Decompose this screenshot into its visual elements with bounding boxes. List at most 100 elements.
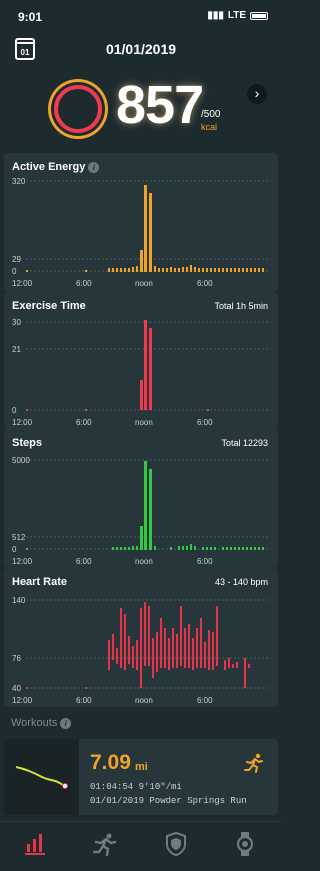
bar (136, 546, 138, 550)
tab-workouts-running-icon[interactable] (93, 832, 117, 856)
workout-distance-unit: mi (135, 761, 148, 773)
steps-bars (26, 461, 264, 550)
x-tick-label: 6:00 (76, 279, 92, 288)
bar (144, 320, 147, 410)
x-tick-label: 6:00 (197, 696, 213, 705)
bar (224, 660, 226, 670)
next-day-button[interactable]: › (247, 84, 267, 104)
status-right: ▮▮▮ LTE (207, 10, 268, 21)
bar (182, 546, 184, 550)
bar (160, 618, 162, 668)
bar (254, 547, 256, 550)
y-tick-label: 29 (12, 255, 21, 264)
bar (190, 265, 192, 272)
tab-device-watch-icon[interactable] (233, 832, 257, 856)
calorie-goal: /500 (201, 109, 221, 120)
bar (128, 636, 130, 664)
bar (246, 268, 248, 272)
bar (230, 547, 232, 550)
x-tick-label: noon (135, 418, 153, 427)
bar (178, 546, 180, 550)
y-tick-label: 0 (12, 406, 17, 415)
y-tick-label: 5000 (12, 456, 30, 465)
bar (226, 547, 228, 550)
heart-rate-card[interactable]: Heart Rate 43 - 140 bpm 140 76 40 12:00 … (4, 568, 278, 707)
y-tick-label: 320 (12, 177, 26, 186)
bar (172, 628, 174, 668)
y-tick-label: 140 (12, 596, 26, 605)
bar (214, 547, 216, 550)
bar (228, 658, 230, 668)
bar (232, 664, 234, 668)
bar (26, 687, 28, 689)
workout-item[interactable]: 7.09 mi 01:04:54 9'10"/mi 01/01/2019 Pow… (4, 739, 278, 815)
active-energy-chart: 320 29 0 12:00 6:00 noon 6:00 (12, 177, 268, 288)
bar (154, 266, 156, 272)
bar (222, 268, 224, 272)
bar (200, 618, 202, 668)
bar (140, 526, 143, 550)
bar (202, 268, 204, 272)
calorie-summary: 857 /500 kcal › (0, 75, 282, 146)
bar (238, 547, 240, 550)
bar (112, 634, 114, 660)
bar (248, 664, 250, 668)
bar (202, 547, 204, 550)
bar (85, 270, 87, 272)
tab-achievements-shield-icon[interactable] (164, 832, 188, 856)
bar (149, 469, 152, 550)
bar (152, 638, 154, 678)
bar (26, 409, 28, 411)
bar (132, 546, 134, 550)
bar (226, 268, 228, 272)
steps-card[interactable]: Steps Total 12293 5000 512 0 12:00 6:00 … (4, 429, 278, 568)
bar (198, 268, 200, 272)
tab-summary-chart-icon[interactable] (24, 832, 48, 856)
active-energy-card[interactable]: Active Energy i 320 29 0 12:00 6:00 noon … (4, 153, 278, 292)
info-icon[interactable]: i (60, 717, 72, 729)
bar (182, 267, 184, 272)
x-tick-label: 12:00 (12, 279, 33, 288)
y-tick-label: 21 (12, 345, 21, 354)
bar (210, 547, 212, 550)
bar (128, 547, 130, 550)
bar (186, 267, 188, 272)
network-label: LTE (227, 10, 246, 21)
bar (149, 193, 152, 272)
x-tick-label: noon (135, 696, 153, 705)
y-tick-label: 40 (12, 684, 21, 693)
bar (166, 268, 168, 272)
x-tick-label: 12:00 (12, 557, 33, 566)
x-tick-label: 6:00 (76, 696, 92, 705)
bar (112, 547, 114, 550)
bar (208, 630, 210, 670)
bar (174, 268, 176, 272)
heart-rate-bars (26, 602, 250, 689)
x-tick-label: 12:00 (12, 696, 33, 705)
x-tick-label: noon (135, 557, 153, 566)
route-path (15, 766, 65, 787)
workouts-label: Workouts i (11, 717, 72, 729)
bar (120, 547, 122, 550)
workout-duration: 01:04:54 (90, 782, 134, 792)
bar (144, 461, 147, 550)
bar (140, 608, 142, 688)
bar (120, 268, 122, 272)
bar (128, 268, 130, 272)
route-map (4, 739, 79, 815)
bar (207, 409, 209, 411)
signal-icon: ▮▮▮ (207, 10, 224, 21)
exercise-time-card[interactable]: Exercise Time Total 1h 5min 30 21 0 12:0… (4, 292, 278, 429)
bar (258, 268, 260, 272)
bar (116, 268, 118, 272)
bar (170, 547, 172, 550)
bar (218, 268, 220, 272)
bar (210, 268, 212, 272)
bar (170, 267, 172, 272)
workout-duration-pace: 01:04:54 9'10"/mi (90, 782, 182, 792)
bar (108, 640, 110, 670)
bar (116, 648, 118, 664)
bar (230, 268, 232, 272)
bar (108, 268, 110, 272)
bar (242, 268, 244, 272)
